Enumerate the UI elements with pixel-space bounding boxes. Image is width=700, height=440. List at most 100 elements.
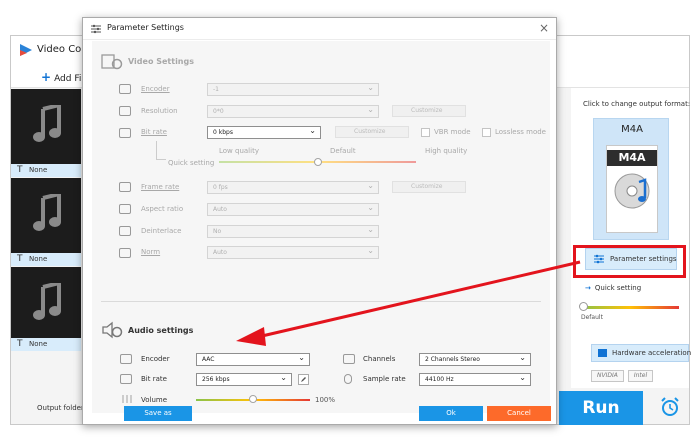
audio-settings-icon xyxy=(102,321,123,339)
plus-icon: + xyxy=(41,70,52,84)
aspect-ratio-label: Aspect ratio xyxy=(141,205,184,213)
alarm-clock-icon[interactable] xyxy=(659,396,681,418)
low-quality-label: Low quality xyxy=(219,147,259,155)
aspect-ratio-select[interactable]: Auto xyxy=(207,202,379,216)
output-panel: Click to change output format: M4A M4A P… xyxy=(571,88,692,388)
channels-icon xyxy=(343,354,355,364)
highlight-box xyxy=(573,245,686,278)
high-quality-label: High quality xyxy=(425,147,468,155)
video-settings-title: Video Settings xyxy=(128,57,194,66)
default-quality-label: Default xyxy=(330,147,356,155)
volume-value: 100% xyxy=(315,396,336,404)
gpu-chips: NVIDIA Intel xyxy=(591,370,657,382)
deinterlace-icon xyxy=(119,226,131,236)
format-name: M4A xyxy=(621,124,643,135)
ok-button[interactable]: Ok xyxy=(419,406,483,421)
quick-setting-knob[interactable] xyxy=(579,302,588,311)
dialog-title-bar: Parameter Settings × xyxy=(83,18,556,40)
m4a-format-icon: M4A xyxy=(606,145,658,233)
channels-label: Channels xyxy=(363,355,396,363)
norm-icon xyxy=(119,248,131,258)
customize-label: Customize xyxy=(411,183,443,190)
resolution-icon xyxy=(119,106,131,116)
music-note-icon xyxy=(33,283,61,320)
aspect-ratio-icon xyxy=(119,204,131,214)
bitrate-customize-button[interactable]: Customize xyxy=(335,126,409,138)
audio-bitrate-select[interactable]: 256 kbps xyxy=(196,372,292,386)
quick-setting-label: → Quick setting xyxy=(585,284,641,292)
text-icon: T xyxy=(17,339,23,349)
format-badge: M4A xyxy=(607,150,657,166)
framerate-icon xyxy=(119,182,131,192)
output-format-hint: Click to change output format: xyxy=(583,100,691,108)
norm-select[interactable]: Auto xyxy=(207,245,379,259)
subtitle-selector[interactable]: T None xyxy=(11,338,81,351)
dialog-title: Parameter Settings xyxy=(107,23,184,32)
video-bitrate-label: Bit rate xyxy=(141,128,167,136)
customize-label: Customize xyxy=(354,128,386,135)
run-button[interactable]: Run xyxy=(559,391,643,425)
video-bitrate-select[interactable]: 0 kbps xyxy=(207,125,321,139)
nvidia-chip: NVIDIA xyxy=(591,370,624,382)
deinterlace-select[interactable]: No xyxy=(207,224,379,238)
audio-settings-title: Audio settings xyxy=(128,326,194,335)
resolution-select[interactable]: 0*0 xyxy=(207,104,379,118)
file-thumbnail[interactable] xyxy=(11,178,81,253)
settings-icon xyxy=(91,24,101,34)
music-note-icon xyxy=(33,194,61,231)
bitrate-icon xyxy=(119,128,131,138)
output-format-card[interactable]: M4A M4A xyxy=(593,118,669,240)
text-icon: T xyxy=(17,254,23,264)
audio-encoder-select[interactable]: AAC xyxy=(196,352,310,366)
sample-rate-label: Sample rate xyxy=(363,375,406,383)
framerate-customize-button[interactable]: Customize xyxy=(392,181,466,193)
volume-knob[interactable] xyxy=(249,395,257,403)
close-icon[interactable]: × xyxy=(539,21,549,35)
disc-icon xyxy=(614,173,650,209)
parameter-settings-dialog: Parameter Settings × Video Settings Enco… xyxy=(82,17,557,425)
microphone-icon xyxy=(344,374,352,384)
video-settings-icon xyxy=(101,54,123,70)
chip-icon xyxy=(598,349,607,357)
vbr-mode-label: VBR mode xyxy=(434,128,471,136)
volume-label: Volume xyxy=(141,396,168,404)
framerate-select[interactable]: 0 fps xyxy=(207,180,379,194)
section-divider xyxy=(101,301,541,302)
save-as-button[interactable]: Save as xyxy=(124,406,192,421)
tree-line xyxy=(156,141,157,159)
quick-setting-slider[interactable] xyxy=(581,306,679,309)
audio-encoder-label: Encoder xyxy=(141,355,170,363)
subtitle-label: None xyxy=(29,166,48,174)
hardware-acceleration-label: Hardware acceleration xyxy=(612,349,692,357)
subtitle-label: None xyxy=(29,255,48,263)
customize-label: Customize xyxy=(411,107,443,114)
video-quality-knob[interactable] xyxy=(313,158,322,166)
video-encoder-select[interactable]: -1 xyxy=(207,82,379,96)
file-thumbnail[interactable] xyxy=(11,267,81,342)
vbr-mode-checkbox[interactable] xyxy=(421,128,430,137)
audio-encoder-icon xyxy=(120,354,132,364)
sample-rate-select[interactable]: 44100 Hz xyxy=(419,372,531,386)
subtitle-selector[interactable]: T None xyxy=(11,253,81,266)
encoder-icon xyxy=(119,84,131,94)
subtitle-selector[interactable]: T None xyxy=(11,164,81,177)
edit-icon[interactable] xyxy=(298,374,309,385)
norm-label: Norm xyxy=(141,248,161,256)
lossless-mode-label: Lossless mode xyxy=(495,128,546,136)
resolution-customize-button[interactable]: Customize xyxy=(392,105,466,117)
resolution-label: Resolution xyxy=(141,107,178,115)
subtitle-label: None xyxy=(29,340,48,348)
hardware-acceleration-button[interactable]: Hardware acceleration xyxy=(591,344,692,362)
output-folder-label: Output folder: xyxy=(37,404,87,412)
lossless-mode-checkbox[interactable] xyxy=(482,128,491,137)
app-logo-icon xyxy=(20,44,32,56)
channels-select[interactable]: 2 Channels Stereo xyxy=(419,352,531,366)
video-encoder-label: Encoder xyxy=(141,85,170,93)
default-label: Default xyxy=(581,314,603,321)
arrow-icon: → xyxy=(585,284,591,292)
quick-setting-text: Quick setting xyxy=(594,284,642,292)
dialog-body: Video Settings Encoder -1 Resolution 0*0… xyxy=(92,41,550,413)
deinterlace-label: Deinterlace xyxy=(141,227,182,235)
file-thumbnail[interactable] xyxy=(11,89,81,164)
cancel-button[interactable]: Cancel xyxy=(487,406,551,421)
